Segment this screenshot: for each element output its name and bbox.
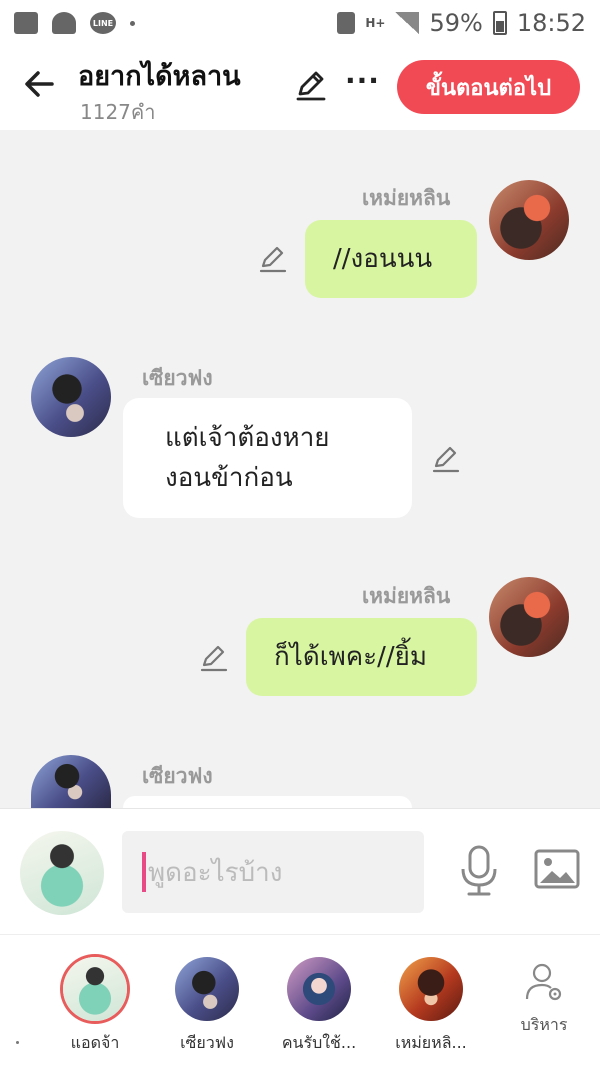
message-bubble[interactable]: ก็ได้เพคะ//ยิ้ม (246, 618, 477, 696)
character-label: แอดจ้า (70, 1033, 120, 1052)
message-sender: เหม่ยหลิน (362, 186, 451, 210)
character-xiaofeng[interactable]: เซียวฟง (152, 957, 262, 1056)
message-text: //งอนนน (333, 244, 433, 274)
character-meilin[interactable]: เหม่ยหลิ... (376, 957, 486, 1056)
avatar-meilin[interactable] (489, 577, 569, 657)
image-picker-icon[interactable] (534, 849, 580, 889)
text-cursor (142, 852, 146, 892)
storage-icon (337, 12, 356, 34)
message-text-line: งอนข้าก่อน (165, 463, 293, 493)
character-label: เซียวฟง (180, 1033, 234, 1052)
character-avatar (399, 957, 463, 1021)
avatar-xiaofeng[interactable] (31, 357, 111, 437)
message-text-line: แต่เจ้าต้องหาย (165, 423, 330, 453)
person-gear-icon (525, 963, 562, 1001)
microphone-icon[interactable] (460, 845, 498, 897)
battery-percent: 59% (429, 9, 483, 37)
message-sender: เซียวฟง (142, 764, 213, 788)
character-label: คนรับใช้... (281, 1033, 357, 1052)
edit-message-pencil-icon[interactable] (199, 643, 229, 673)
manage-label: บริหาร (520, 1015, 568, 1034)
character-admin[interactable]: แอดจ้า (40, 957, 150, 1056)
character-label: เหม่ยหลิ... (395, 1033, 467, 1052)
message-bubble[interactable] (123, 796, 412, 808)
input-placeholder: พูดอะไรบ้าง (148, 857, 283, 888)
back-arrow-icon[interactable] (22, 64, 58, 104)
network-type: H+ (365, 16, 386, 30)
next-step-button[interactable]: ขั้นตอนต่อไป (397, 60, 580, 114)
manage-characters-button[interactable]: บริหาร (494, 961, 594, 1038)
current-character-avatar[interactable] (20, 831, 104, 915)
avatar-meilin[interactable] (489, 180, 569, 260)
add-contact-icon (52, 12, 76, 34)
page-indicator-dot (16, 1041, 19, 1044)
character-avatar (63, 957, 127, 1021)
edit-message-pencil-icon[interactable] (258, 244, 288, 274)
avatar-xiaofeng[interactable] (31, 755, 111, 808)
message-text: ก็ได้เพคะ//ยิ้ม (274, 642, 427, 672)
edit-title-pencil-icon[interactable] (294, 68, 328, 102)
line-app-icon: LINE (90, 12, 116, 34)
message-sender: เซียวฟง (142, 366, 213, 390)
gallery-icon (14, 12, 38, 34)
message-input[interactable]: พูดอะไรบ้าง (122, 831, 424, 913)
chat-header: อยากได้หลาน 1127คำ ··· ขั้นตอนต่อไป (0, 46, 600, 130)
character-avatar (287, 957, 351, 1021)
status-bar: LINE H+ 59% 18:52 (0, 0, 600, 46)
word-count: 1127คำ (80, 100, 156, 124)
character-avatar (175, 957, 239, 1021)
message-bubble[interactable]: //งอนนน (305, 220, 477, 298)
story-title: อยากได้หลาน (78, 61, 241, 92)
character-servant[interactable]: คนรับใช้... (264, 957, 374, 1056)
clock: 18:52 (516, 9, 586, 37)
signal-icon (395, 12, 420, 34)
composer: พูดอะไรบ้าง (0, 808, 600, 934)
message-bubble[interactable]: แต่เจ้าต้องหาย งอนข้าก่อน (123, 398, 412, 518)
notification-dot-icon (130, 20, 135, 26)
more-options-icon[interactable]: ··· (345, 64, 380, 97)
character-bar: แอดจ้า เซียวฟง คนรับใช้... เหม่ยหลิ... บ… (0, 934, 600, 1067)
edit-message-pencil-icon[interactable] (431, 444, 461, 474)
message-sender: เหม่ยหลิน (362, 584, 451, 608)
battery-icon (492, 11, 507, 35)
